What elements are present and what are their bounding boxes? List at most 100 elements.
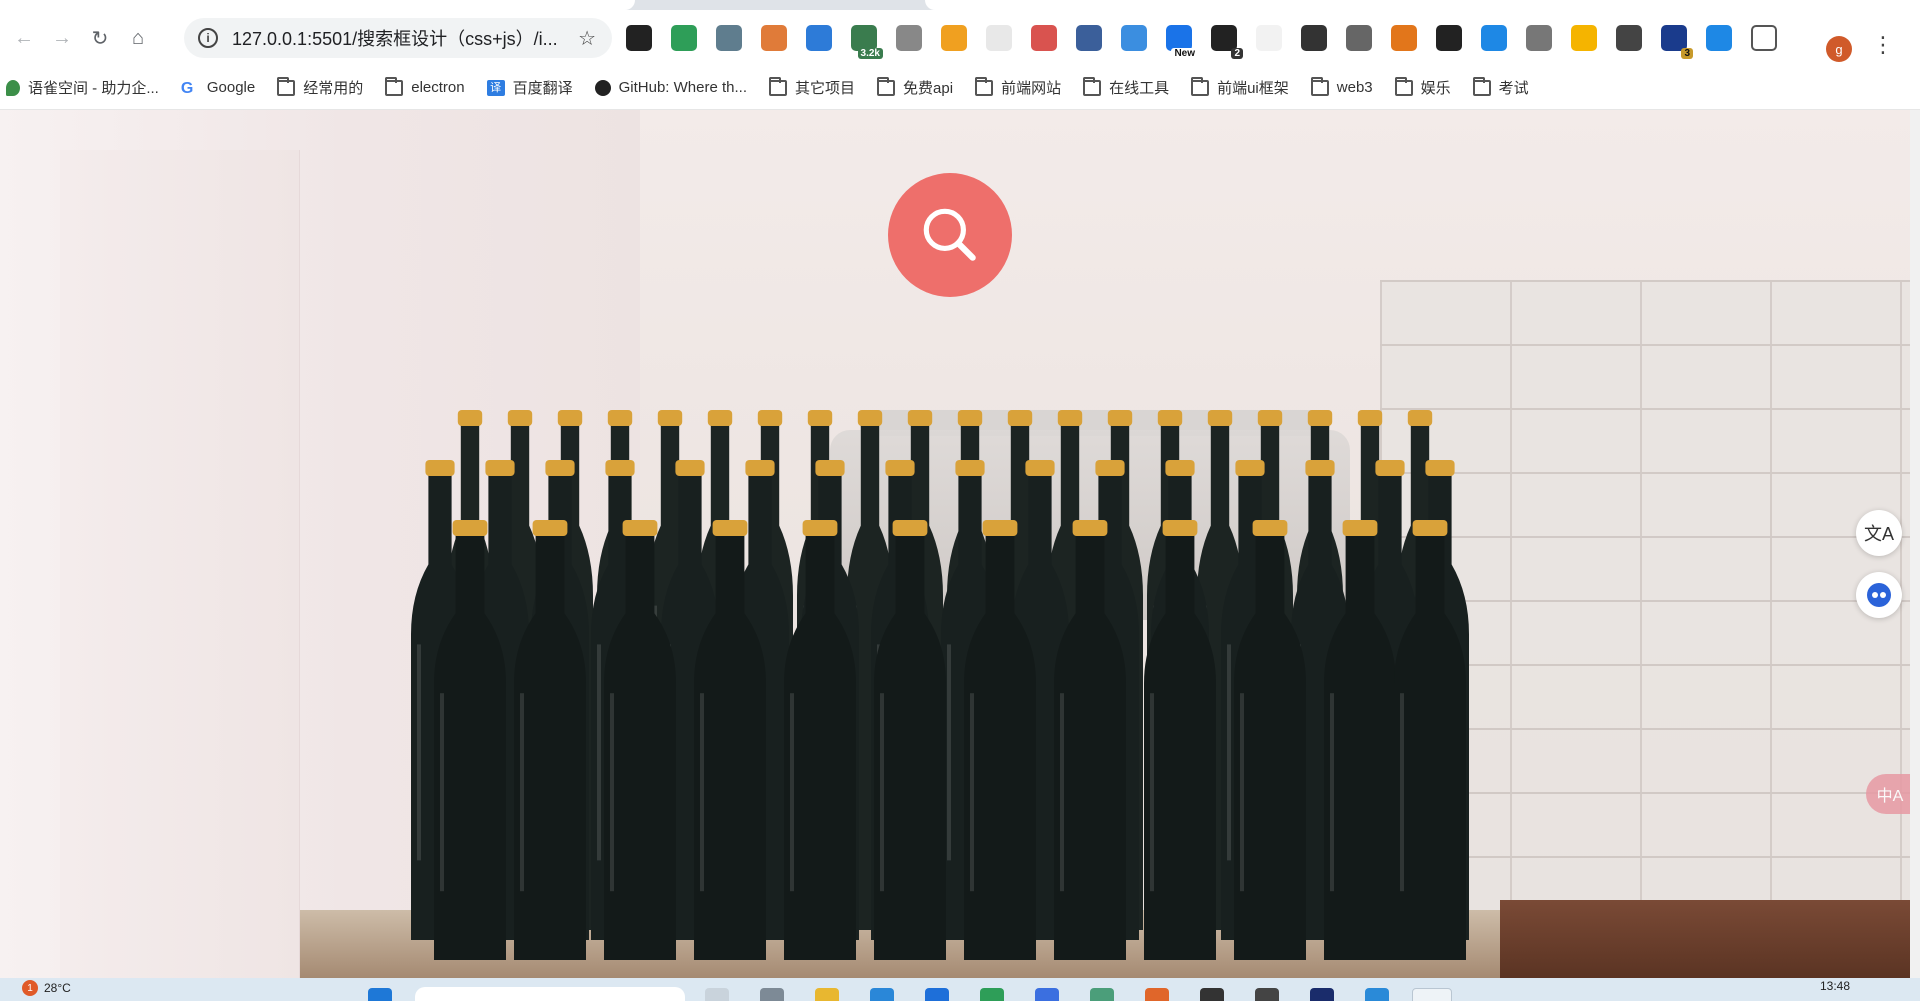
bookmark-label: 免费api bbox=[903, 80, 954, 97]
browser-menu-icon[interactable]: ⋮ bbox=[1872, 34, 1894, 56]
bookmark-item[interactable]: 在线工具 bbox=[1083, 76, 1170, 98]
taskbar-search-input[interactable] bbox=[415, 987, 685, 1001]
address-bar[interactable]: i 127.0.0.1:5501/搜索框设计（css+js）/i... ☆ bbox=[184, 18, 612, 58]
bookmark-label: 经常用的 bbox=[303, 80, 364, 97]
bookmarks-bar: 语雀空间 - 助力企... G Google 经常用的 electron 译百度翻译 Git… bbox=[0, 66, 1920, 110]
taskview-icon[interactable] bbox=[705, 988, 729, 1001]
people-ext-icon[interactable] bbox=[1571, 25, 1597, 51]
bookmark-label: 前端ui框架 bbox=[1217, 80, 1289, 97]
assistant-float-icon[interactable] bbox=[1856, 572, 1902, 618]
bookmark-item[interactable]: 娱乐 bbox=[1394, 76, 1451, 98]
bookmark-item[interactable]: 语雀空间 - 助力企... bbox=[6, 77, 159, 98]
back-arrow-icon[interactable]: ← bbox=[10, 24, 38, 52]
globe-ext-icon[interactable] bbox=[806, 25, 832, 51]
new-ext-icon[interactable]: New bbox=[1166, 25, 1198, 59]
bookmark-label: 在线工具 bbox=[1109, 80, 1170, 97]
a-ext-icon[interactable] bbox=[1616, 25, 1642, 51]
app-window-icon[interactable] bbox=[1412, 988, 1452, 1001]
bookmark-item[interactable]: 译百度翻译 bbox=[486, 77, 573, 98]
face-ext-icon[interactable] bbox=[1076, 25, 1102, 51]
reload-icon[interactable]: ↻ bbox=[86, 24, 114, 52]
bookmark-label: electron bbox=[411, 79, 465, 96]
folder-icon bbox=[1310, 76, 1329, 96]
chrome-ext-icon[interactable] bbox=[941, 25, 967, 51]
dark-ext-icon[interactable]: 2 bbox=[1211, 25, 1243, 59]
page-scrollbar[interactable] bbox=[1910, 110, 1920, 978]
forward-arrow-icon[interactable]: → bbox=[48, 24, 76, 52]
tab-strip bbox=[0, 0, 1920, 10]
bookmark-label: 语雀空间 - 助力企... bbox=[28, 80, 159, 97]
folder-icon bbox=[1394, 76, 1413, 96]
figure-ext-icon[interactable] bbox=[1706, 25, 1732, 51]
docs-ext-icon[interactable] bbox=[1346, 25, 1372, 51]
bookmark-item[interactable]: 其它项目 bbox=[769, 76, 855, 98]
app-teal-icon[interactable] bbox=[1090, 988, 1114, 1001]
star-ext-icon[interactable] bbox=[716, 25, 742, 51]
puzzle-icon[interactable] bbox=[1751, 25, 1777, 51]
bookmark-label: 前端网站 bbox=[1001, 80, 1062, 97]
shield-icon[interactable] bbox=[671, 25, 697, 51]
tampermonkey-icon[interactable] bbox=[626, 25, 652, 51]
lens-ext-icon[interactable] bbox=[1121, 25, 1147, 51]
app-sky-icon[interactable] bbox=[1365, 988, 1389, 1001]
blank-ext-icon[interactable] bbox=[986, 25, 1012, 51]
weather-widget[interactable]: 1 28°C bbox=[22, 980, 71, 996]
app-green-icon[interactable] bbox=[980, 988, 1004, 1001]
app-navy-icon[interactable] bbox=[1310, 988, 1334, 1001]
browser-toolbar: ← → ↻ ⌂ i 127.0.0.1:5501/搜索框设计（css+js）/i… bbox=[0, 10, 1920, 66]
bookmark-label: 考试 bbox=[1498, 80, 1529, 97]
bookmark-item[interactable]: electron bbox=[385, 76, 465, 96]
taskbar-clock[interactable]: 13:48 bbox=[1820, 979, 1850, 993]
widgets-icon[interactable] bbox=[760, 988, 784, 1001]
translate-ext-icon[interactable] bbox=[1031, 25, 1057, 51]
translate-float-icon[interactable]: 文A bbox=[1856, 510, 1902, 556]
app-dark2-icon[interactable] bbox=[1255, 988, 1279, 1001]
home-icon[interactable]: ⌂ bbox=[124, 24, 152, 52]
vscode-icon[interactable] bbox=[925, 988, 949, 1001]
eye-ext-icon[interactable] bbox=[1481, 25, 1507, 51]
app-dark-icon[interactable] bbox=[1200, 988, 1224, 1001]
google-icon: G bbox=[180, 79, 194, 97]
cat-ext-icon[interactable] bbox=[896, 25, 922, 51]
extension-badge: New bbox=[1171, 48, 1198, 59]
file-explorer-icon[interactable] bbox=[815, 988, 839, 1001]
extension-badge: 2 bbox=[1231, 48, 1243, 59]
bookmark-item[interactable]: 考试 bbox=[1472, 76, 1529, 98]
fox-ext-icon[interactable] bbox=[1391, 25, 1417, 51]
site-info-icon[interactable]: i bbox=[198, 28, 218, 48]
search-button[interactable] bbox=[888, 173, 1012, 297]
app-blue-icon[interactable] bbox=[1035, 988, 1059, 1001]
bookmark-label: web3 bbox=[1336, 79, 1373, 96]
bookmark-item[interactable]: GitHub: Where th... bbox=[594, 79, 747, 96]
bookmark-item[interactable]: 经常用的 bbox=[277, 76, 364, 98]
bookmark-star-icon[interactable]: ☆ bbox=[578, 26, 596, 51]
active-tab[interactable] bbox=[0, 0, 635, 10]
profile-avatar[interactable]: g bbox=[1826, 36, 1852, 62]
bookmark-label: 百度翻译 bbox=[512, 80, 573, 97]
circle-ext-icon[interactable] bbox=[1301, 25, 1327, 51]
edge-icon[interactable] bbox=[870, 988, 894, 1001]
baidu-translate-icon: 译 bbox=[486, 79, 505, 96]
windows-start-icon[interactable] bbox=[368, 988, 392, 1001]
bookmark-item[interactable]: 前端网站 bbox=[975, 76, 1062, 98]
download-ext-icon[interactable] bbox=[1436, 25, 1462, 51]
chrome-taskbar-icon[interactable] bbox=[1145, 988, 1169, 1001]
bookmark-item[interactable]: web3 bbox=[1310, 76, 1373, 96]
folder-icon bbox=[1191, 76, 1210, 96]
bookmark-label: 娱乐 bbox=[1420, 80, 1451, 97]
search-icon bbox=[923, 208, 976, 261]
address-bar-url[interactable]: 127.0.0.1:5501/搜索框设计（css+js）/i... bbox=[232, 25, 562, 51]
counter-ext-icon[interactable]: 3.2k bbox=[851, 25, 883, 59]
y-ext-icon[interactable] bbox=[1256, 25, 1282, 51]
orange-ext-icon[interactable] bbox=[761, 25, 787, 51]
inactive-tab[interactable] bbox=[925, 0, 1920, 10]
bookmark-item[interactable]: 免费api bbox=[877, 76, 954, 98]
translate-side-tab[interactable]: 中A bbox=[1866, 774, 1910, 814]
folder-icon bbox=[769, 76, 788, 96]
box-ext-icon[interactable]: 3 bbox=[1661, 25, 1693, 59]
weather-badge: 1 bbox=[22, 980, 38, 996]
n-ext-icon[interactable] bbox=[1526, 25, 1552, 51]
bookmark-item[interactable]: 前端ui框架 bbox=[1191, 76, 1289, 98]
bookmark-label: Google bbox=[206, 79, 256, 96]
bookmark-item[interactable]: G Google bbox=[180, 79, 256, 97]
